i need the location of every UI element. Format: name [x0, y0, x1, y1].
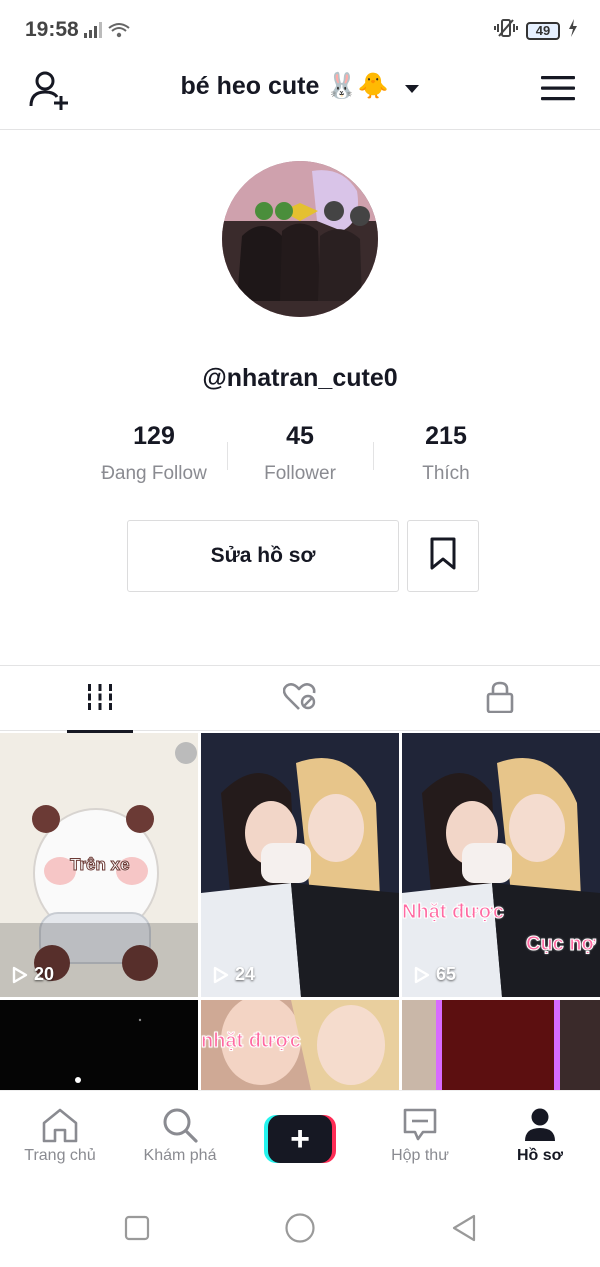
nav-inbox[interactable]: Hộp thư	[360, 1107, 480, 1165]
nav-discover-label: Khám phá	[143, 1147, 217, 1164]
bottom-navigation: Trang chủ Khám phá + Hộp thư Hồ sơ	[0, 1090, 600, 1190]
heart-hidden-icon	[282, 682, 317, 716]
tab-private[interactable]	[400, 666, 600, 732]
tab-videos[interactable]	[0, 666, 200, 733]
signal-icon	[84, 22, 130, 43]
recents-icon[interactable]	[124, 1215, 150, 1246]
tab-liked[interactable]	[200, 666, 400, 732]
likes-label: Thích	[422, 463, 470, 484]
play-icon	[414, 966, 430, 983]
back-icon[interactable]	[450, 1213, 478, 1248]
following-count: 129	[133, 422, 175, 450]
avatar[interactable]	[222, 161, 378, 317]
chevron-down-icon[interactable]	[404, 73, 420, 102]
home-button-icon[interactable]	[284, 1212, 316, 1249]
home-icon	[41, 1107, 79, 1148]
status-time: 19:58	[25, 18, 79, 41]
profile-icon	[522, 1107, 558, 1148]
video-caption: nhặt được	[201, 1030, 301, 1053]
stat-following[interactable]: 129 Đang Follow	[79, 422, 229, 485]
stat-likes[interactable]: 215 Thích	[371, 422, 521, 485]
video-thumbnail[interactable]: Trên xe 20	[0, 733, 198, 997]
edit-profile-button[interactable]: Sửa hồ sơ	[127, 520, 399, 592]
nav-home-label: Trang chủ	[24, 1147, 96, 1164]
nav-home[interactable]: Trang chủ	[0, 1107, 120, 1165]
profile-tabs	[0, 665, 600, 733]
lock-icon	[486, 681, 514, 718]
video-thumbnail[interactable]	[402, 1000, 600, 1090]
stat-followers[interactable]: 45 Follower	[225, 422, 375, 485]
nav-inbox-label: Hộp thư	[391, 1147, 449, 1164]
battery-indicator: 49	[526, 21, 560, 40]
video-thumbnail[interactable]: nhặt được	[201, 1000, 399, 1090]
view-count: 24	[213, 964, 255, 985]
status-bar: 19:58 49	[0, 0, 600, 60]
search-icon	[162, 1107, 198, 1148]
followers-label: Follower	[264, 463, 336, 484]
charging-icon	[568, 19, 578, 42]
likes-count: 215	[425, 422, 467, 450]
grid-icon	[87, 683, 113, 715]
account-name[interactable]: bé heo cute 🐰🐥	[180, 72, 388, 100]
profile-stats: 129 Đang Follow 45 Follower 215 Thích	[0, 422, 600, 492]
view-count-value: 24	[235, 964, 256, 984]
following-label: Đang Follow	[101, 463, 207, 484]
nav-discover[interactable]: Khám phá	[120, 1107, 240, 1165]
view-count-value: 65	[436, 964, 457, 984]
view-count: 65	[414, 964, 456, 985]
video-thumbnail[interactable]: Nhặt được Cục nợ 65	[402, 733, 600, 997]
video-caption: Nhặt được	[402, 901, 505, 924]
profile-header: bé heo cute 🐰🐥	[0, 60, 600, 130]
inbox-icon	[402, 1107, 438, 1148]
video-thumbnail[interactable]	[0, 1000, 198, 1090]
favorites-button[interactable]	[407, 520, 479, 592]
video-caption: Trên xe	[70, 855, 131, 875]
create-video-button[interactable]: +	[264, 1115, 336, 1163]
plus-icon: +	[268, 1115, 332, 1163]
play-icon	[213, 966, 229, 983]
nav-profile-label: Hồ sơ	[516, 1147, 564, 1164]
bookmark-icon	[429, 537, 457, 576]
menu-icon[interactable]	[541, 75, 575, 106]
vibrate-icon	[494, 18, 518, 43]
followers-count: 45	[286, 422, 314, 450]
video-thumbnail[interactable]: 24	[201, 733, 399, 997]
play-icon	[12, 966, 28, 983]
nav-profile[interactable]: Hồ sơ	[480, 1107, 600, 1165]
view-count: 20	[12, 964, 54, 985]
username: @nhatran_cute0	[202, 364, 398, 392]
view-count-value: 20	[34, 964, 55, 984]
video-caption-2: Cục nợ	[526, 933, 597, 956]
system-navigation	[0, 1190, 600, 1267]
